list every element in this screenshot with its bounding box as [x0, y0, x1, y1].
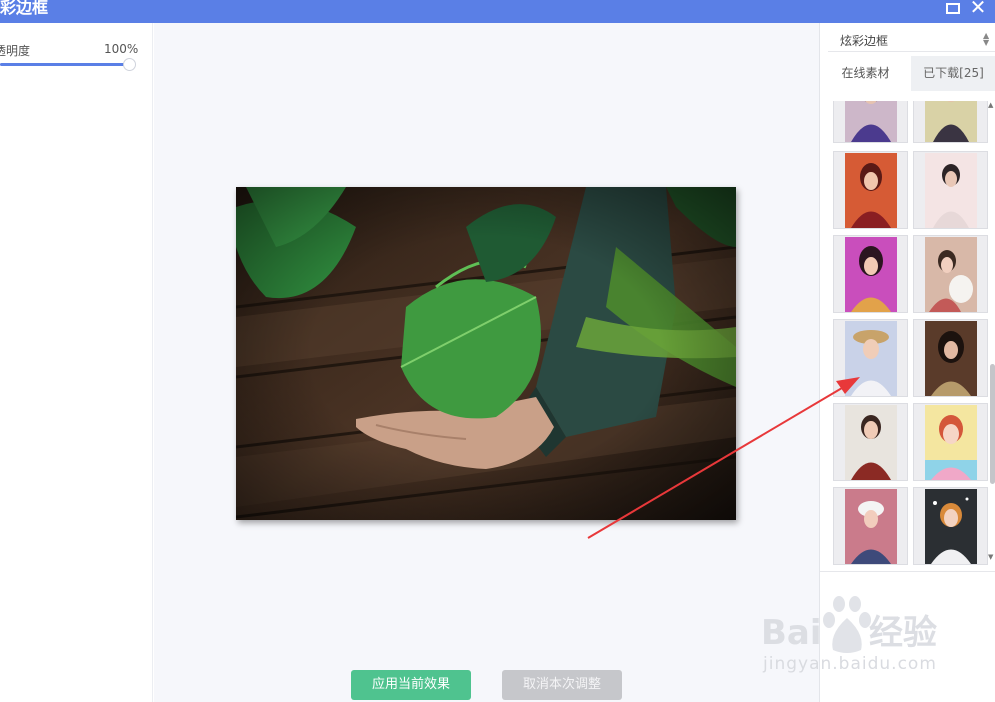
dropdown-value: 炫彩边框	[840, 34, 889, 48]
frame-thumbnail[interactable]	[833, 319, 908, 397]
thumbnail-scrollbar[interactable]	[990, 364, 995, 484]
frame-thumbnail[interactable]	[833, 403, 908, 481]
frame-thumbnail[interactable]	[913, 319, 988, 397]
maximize-icon[interactable]	[942, 0, 964, 22]
frame-thumbnail[interactable]	[833, 235, 908, 313]
frame-thumbnail[interactable]	[913, 101, 988, 143]
watermark-text: jingyan.baidu.com	[763, 654, 937, 674]
frame-category-dropdown[interactable]: 炫彩边框 ▲ ▼	[828, 26, 995, 52]
left-panel: 透明度 100%	[0, 23, 153, 702]
frame-thumbnail-grid	[820, 101, 988, 583]
frame-thumbnail[interactable]	[913, 487, 988, 565]
scroll-up-arrow-icon[interactable]: ▲	[988, 101, 993, 109]
opacity-slider-handle[interactable]	[123, 58, 136, 71]
material-tabs: 在线素材 已下载[25]	[820, 56, 995, 91]
app-window: 炫彩边框 ✕ 透明度 100%	[0, 0, 995, 702]
preview-photo	[236, 187, 736, 520]
frame-thumbnail[interactable]	[913, 235, 988, 313]
sort-arrows-icon: ▲ ▼	[983, 31, 990, 47]
window-title: 炫彩边框	[0, 0, 49, 17]
frame-thumbnail[interactable]	[833, 487, 908, 565]
preview-area: 应用当前效果 取消本次调整	[154, 23, 819, 702]
svg-text:Bai: Bai	[761, 613, 822, 653]
svg-text:经验: 经验	[869, 613, 937, 653]
title-bar: 炫彩边框 ✕	[0, 0, 995, 23]
opacity-value: 100%	[104, 42, 139, 56]
scroll-down-arrow-icon[interactable]: ▼	[988, 553, 993, 561]
frame-thumbnail[interactable]	[913, 151, 988, 229]
tab-online-material[interactable]: 在线素材	[820, 56, 911, 91]
close-icon[interactable]: ✕	[967, 0, 989, 22]
apply-effect-button[interactable]: 应用当前效果	[351, 670, 471, 700]
frame-thumbnail[interactable]	[833, 101, 908, 143]
divider	[820, 571, 995, 572]
opacity-slider[interactable]	[0, 63, 130, 66]
cancel-adjustment-button[interactable]: 取消本次调整	[502, 670, 622, 700]
frame-thumbnail[interactable]	[913, 403, 988, 481]
tab-downloaded[interactable]: 已下载[25]	[911, 56, 995, 91]
opacity-label: 透明度	[0, 44, 31, 58]
frame-thumbnail[interactable]	[833, 151, 908, 229]
